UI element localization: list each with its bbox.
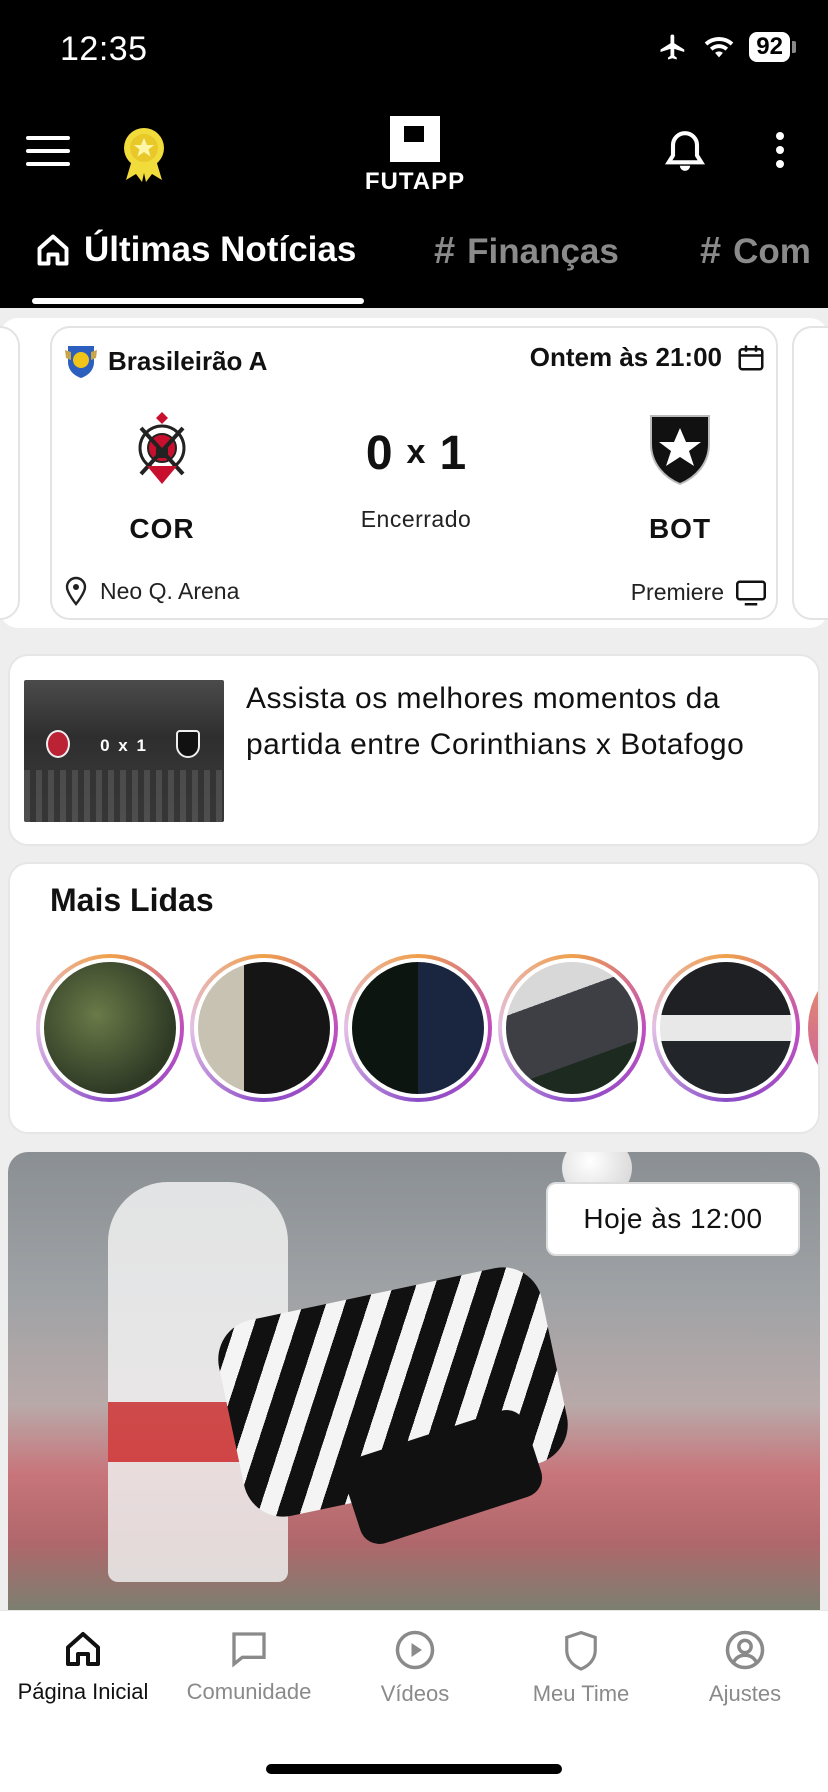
highlight-title: Assista os melhores momentos da partida … — [246, 682, 745, 761]
away-team[interactable]: BOT — [610, 408, 750, 545]
venue: Neo Q. Arena — [64, 576, 239, 606]
home-team-code: COR — [129, 513, 195, 544]
broadcaster-name: Premiere — [630, 579, 724, 605]
thumb-stadium — [24, 770, 224, 822]
match-datetime: Ontem às 21:00 — [530, 342, 766, 373]
nav-label: Comunidade — [186, 1679, 312, 1704]
story-image — [40, 958, 180, 1098]
category-tabs: Últimas Notícias # Finanças # Com — [0, 222, 828, 308]
story-item[interactable] — [498, 954, 646, 1102]
venue-name: Neo Q. Arena — [100, 577, 240, 604]
award-icon[interactable] — [120, 126, 168, 182]
nav-settings[interactable]: Ajustes — [662, 1629, 828, 1707]
nav-label: Vídeos — [380, 1681, 450, 1706]
nav-home[interactable]: Página Inicial — [0, 1629, 166, 1705]
corinthians-crest-icon — [138, 412, 186, 484]
home-team[interactable]: COR — [92, 408, 232, 545]
bell-icon[interactable] — [664, 128, 706, 176]
tab-partial[interactable]: # Com — [700, 230, 811, 273]
away-team-code: BOT — [648, 513, 712, 544]
play-circle-icon — [395, 1630, 435, 1670]
thumb-away-crest — [176, 730, 200, 758]
story-item[interactable] — [652, 954, 800, 1102]
tab-latest-news[interactable]: Últimas Notícias — [34, 230, 356, 270]
nav-label: Ajustes — [708, 1681, 782, 1706]
story-item[interactable] — [36, 954, 184, 1102]
most-read-section: Mais Lidas — [8, 862, 820, 1134]
highlight-card[interactable]: 0 x 1 Assista os melhores momentos da pa… — [8, 654, 820, 846]
tab-label: Finanças — [467, 231, 619, 271]
location-pin-icon — [65, 576, 87, 606]
futapp-logo: FUTAPP — [350, 116, 480, 195]
nav-label: Página Inicial — [17, 1679, 149, 1704]
away-score: 1 — [439, 427, 467, 480]
status-time: 12:35 — [60, 30, 148, 68]
article-time-badge: Hoje às 12:00 — [546, 1182, 800, 1256]
match-status: Encerrado — [360, 506, 472, 532]
home-indicator — [266, 1764, 562, 1774]
league-info: Brasileirão A — [64, 342, 267, 380]
hashtag-icon: # — [700, 230, 722, 272]
previous-match-card[interactable] — [0, 326, 20, 620]
chat-bubble-icon — [232, 1632, 266, 1668]
logo-text: FUTAPP — [364, 168, 466, 195]
tab-finances[interactable]: # Finanças — [434, 230, 619, 273]
tab-label: Últimas Notícias — [84, 230, 357, 269]
story-item[interactable] — [190, 954, 338, 1102]
shield-icon — [565, 1630, 597, 1671]
story-image — [348, 958, 488, 1098]
match-score: 0x1 — [316, 426, 516, 481]
story-image — [656, 958, 796, 1098]
tv-icon — [736, 580, 766, 605]
story-image — [194, 958, 334, 1098]
next-match-card[interactable] — [792, 326, 828, 620]
tab-label: Com — [733, 231, 811, 271]
wifi-icon — [704, 36, 734, 58]
battery-cap — [792, 41, 796, 53]
top-header: 12:35 92 FUTAPP Últimas Notícias # Finan… — [0, 0, 828, 308]
match-card[interactable]: Brasileirão A Ontem às 21:00 COR 0x1 Enc… — [50, 326, 778, 620]
nav-community[interactable]: Comunidade — [166, 1629, 332, 1705]
active-tab-indicator — [32, 298, 364, 304]
nav-label: Meu Time — [532, 1681, 630, 1706]
highlight-thumbnail: 0 x 1 — [24, 680, 224, 822]
botafogo-crest-icon — [650, 415, 710, 486]
story-item[interactable] — [808, 954, 818, 1102]
airplane-icon — [660, 34, 685, 60]
user-circle-icon — [725, 1630, 765, 1670]
menu-icon[interactable] — [26, 136, 70, 170]
match-datetime-text: Ontem às 21:00 — [529, 342, 722, 372]
logo-mark — [390, 116, 440, 162]
brasileirao-logo-icon — [65, 346, 97, 378]
home-score: 0 — [365, 427, 393, 480]
status-icons: 92 — [657, 32, 796, 62]
nav-my-team[interactable]: Meu Time — [498, 1629, 664, 1707]
nav-videos[interactable]: Vídeos — [332, 1629, 498, 1707]
most-read-stories — [28, 954, 818, 1104]
more-options-icon[interactable] — [772, 132, 788, 172]
most-read-title: Mais Lidas — [50, 882, 214, 918]
home-icon — [37, 234, 69, 266]
league-name: Brasileirão A — [108, 345, 268, 376]
toolbar: FUTAPP — [0, 112, 828, 195]
hashtag-icon: # — [434, 230, 456, 272]
story-image — [502, 958, 642, 1098]
story-item[interactable] — [344, 954, 492, 1102]
battery-level: 92 — [749, 32, 790, 62]
app-root: 12:35 92 FUTAPP Últimas Notícias # Finan… — [0, 0, 828, 1792]
calendar-icon[interactable] — [736, 343, 766, 373]
score-separator: x — [406, 433, 426, 471]
broadcast: Premiere — [631, 579, 766, 606]
home-icon — [66, 1632, 100, 1666]
